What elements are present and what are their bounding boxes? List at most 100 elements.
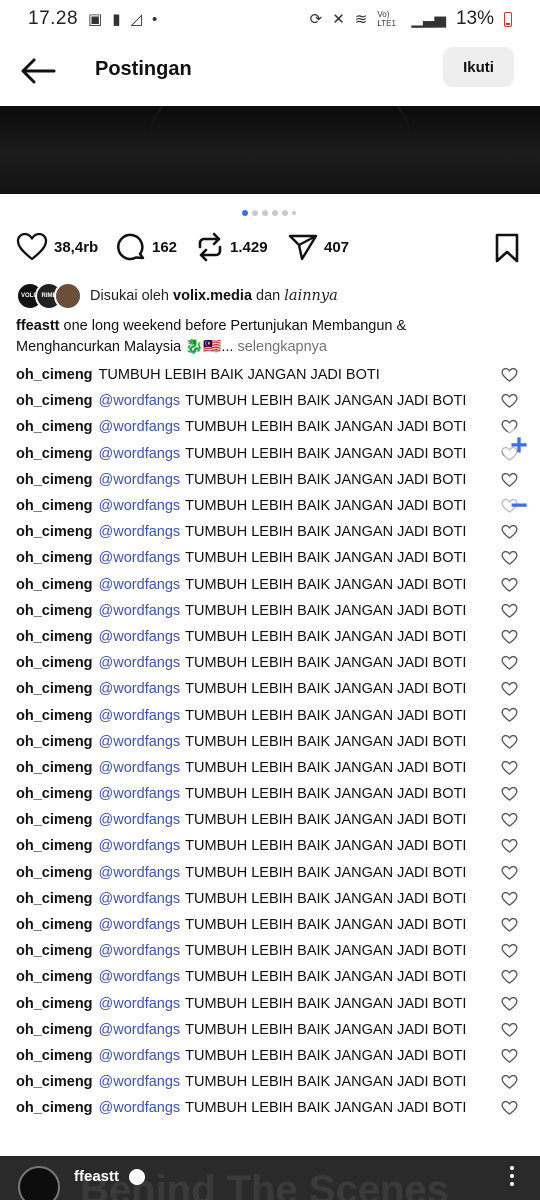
comment-like-icon[interactable] (501, 1100, 518, 1116)
comment-username[interactable]: oh_cimeng (16, 1100, 93, 1116)
comment-mention[interactable]: @wordfangs (99, 603, 181, 619)
comment-like-icon[interactable] (501, 812, 518, 828)
comment-username[interactable]: oh_cimeng (16, 472, 93, 488)
comment-like-icon[interactable] (501, 707, 518, 723)
comment-mention[interactable]: @wordfangs (99, 524, 181, 540)
comment-like-icon[interactable] (501, 760, 518, 776)
comment-mention[interactable]: @wordfangs (99, 969, 181, 985)
zoom-in-button[interactable]: + (501, 428, 537, 464)
comment-username[interactable]: oh_cimeng (16, 419, 93, 435)
liked-by-others[interactable]: lainnya (284, 288, 337, 304)
comment-mention[interactable]: @wordfangs (99, 498, 181, 514)
comment-like-icon[interactable] (501, 943, 518, 959)
comment-like-icon[interactable] (501, 603, 518, 619)
comment-username[interactable]: oh_cimeng (16, 996, 93, 1012)
follow-button[interactable]: Ikuti (443, 47, 514, 87)
comment-username[interactable]: oh_cimeng (16, 367, 93, 383)
share-button[interactable]: 407 (288, 232, 349, 262)
comment-mention[interactable]: @wordfangs (99, 838, 181, 854)
comment-mention[interactable]: @wordfangs (99, 629, 181, 645)
comment-like-icon[interactable] (501, 629, 518, 645)
comment-mention[interactable]: @wordfangs (99, 472, 181, 488)
comment-mention[interactable]: @wordfangs (99, 1100, 181, 1116)
comment-like-icon[interactable] (501, 393, 518, 409)
comment-mention[interactable]: @wordfangs (99, 812, 181, 828)
comment-mention[interactable]: @wordfangs (99, 943, 181, 959)
comment-like-icon[interactable] (501, 367, 518, 383)
comment-mention[interactable]: @wordfangs (99, 681, 181, 697)
comment-like-icon[interactable] (501, 891, 518, 907)
comment-username[interactable]: oh_cimeng (16, 393, 93, 409)
next-post-username[interactable]: ffeastt (74, 1168, 119, 1185)
post-media[interactable] (0, 106, 540, 194)
comment-like-icon[interactable] (501, 577, 518, 593)
comment-like-icon[interactable] (501, 786, 518, 802)
comment-like-icon[interactable] (501, 655, 518, 671)
comment-like-icon[interactable] (501, 1048, 518, 1064)
comment-username[interactable]: oh_cimeng (16, 524, 93, 540)
comment-username[interactable]: oh_cimeng (16, 786, 93, 802)
comment-username[interactable]: oh_cimeng (16, 708, 93, 724)
comment-mention[interactable]: @wordfangs (99, 577, 181, 593)
comment-mention[interactable]: @wordfangs (99, 996, 181, 1012)
next-post-preview[interactable]: Behind The Scenes ffeastt (0, 1156, 540, 1200)
comment-mention[interactable]: @wordfangs (99, 1048, 181, 1064)
comment-like-icon[interactable] (501, 865, 518, 881)
comment-like-icon[interactable] (501, 838, 518, 854)
avatar[interactable] (18, 1166, 60, 1200)
more-options-icon[interactable] (510, 1162, 516, 1192)
comment-mention[interactable]: @wordfangs (99, 550, 181, 566)
comment-username[interactable]: oh_cimeng (16, 629, 93, 645)
comment-mention[interactable]: @wordfangs (99, 708, 181, 724)
comment-mention[interactable]: @wordfangs (99, 393, 181, 409)
comment-username[interactable]: oh_cimeng (16, 865, 93, 881)
comment-mention[interactable]: @wordfangs (99, 786, 181, 802)
comment-mention[interactable]: @wordfangs (99, 1022, 181, 1038)
comment-username[interactable]: oh_cimeng (16, 734, 93, 750)
comment-username[interactable]: oh_cimeng (16, 943, 93, 959)
comment-like-icon[interactable] (501, 969, 518, 985)
comment-username[interactable]: oh_cimeng (16, 498, 93, 514)
comment-like-icon[interactable] (501, 917, 518, 933)
see-more-link[interactable]: selengkapnya (237, 339, 327, 355)
comment-like-icon[interactable] (501, 734, 518, 750)
comment-mention[interactable]: @wordfangs (99, 734, 181, 750)
comment-username[interactable]: oh_cimeng (16, 550, 93, 566)
comment-username[interactable]: oh_cimeng (16, 760, 93, 776)
caption-username[interactable]: ffeastt (16, 318, 60, 334)
comment-mention[interactable]: @wordfangs (99, 655, 181, 671)
comment-username[interactable]: oh_cimeng (16, 655, 93, 671)
comment-mention[interactable]: @wordfangs (99, 446, 181, 462)
comment-like-icon[interactable] (501, 1074, 518, 1090)
comment-like-icon[interactable] (501, 524, 518, 540)
liked-by-user[interactable]: volix.media (173, 288, 252, 304)
comment-like-icon[interactable] (501, 550, 518, 566)
zoom-out-button[interactable]: − (501, 488, 537, 524)
comment-mention[interactable]: @wordfangs (99, 419, 181, 435)
comment-username[interactable]: oh_cimeng (16, 1074, 93, 1090)
comment-username[interactable]: oh_cimeng (16, 812, 93, 828)
comment-username[interactable]: oh_cimeng (16, 681, 93, 697)
comment-username[interactable]: oh_cimeng (16, 1048, 93, 1064)
liked-by[interactable]: VOLIX RIME Disukai oleh volix.media dan … (16, 282, 338, 310)
comment-mention[interactable]: @wordfangs (99, 865, 181, 881)
comment-username[interactable]: oh_cimeng (16, 838, 93, 854)
comment-username[interactable]: oh_cimeng (16, 446, 93, 462)
comment-mention[interactable]: @wordfangs (99, 760, 181, 776)
save-button[interactable] (494, 233, 520, 268)
comment-mention[interactable]: @wordfangs (99, 1074, 181, 1090)
comment-like-icon[interactable] (501, 996, 518, 1012)
comment-username[interactable]: oh_cimeng (16, 969, 93, 985)
comment-username[interactable]: oh_cimeng (16, 1022, 93, 1038)
comment-username[interactable]: oh_cimeng (16, 891, 93, 907)
comment-mention[interactable]: @wordfangs (99, 891, 181, 907)
like-button[interactable]: 38,4rb (16, 232, 98, 262)
comment-username[interactable]: oh_cimeng (16, 603, 93, 619)
comment-username[interactable]: oh_cimeng (16, 577, 93, 593)
repost-button[interactable]: 1.429 (196, 232, 268, 262)
comment-button[interactable]: 162 (116, 232, 177, 262)
comment-username[interactable]: oh_cimeng (16, 917, 93, 933)
back-button[interactable] (18, 56, 58, 86)
comment-like-icon[interactable] (501, 681, 518, 697)
comment-like-icon[interactable] (501, 1022, 518, 1038)
